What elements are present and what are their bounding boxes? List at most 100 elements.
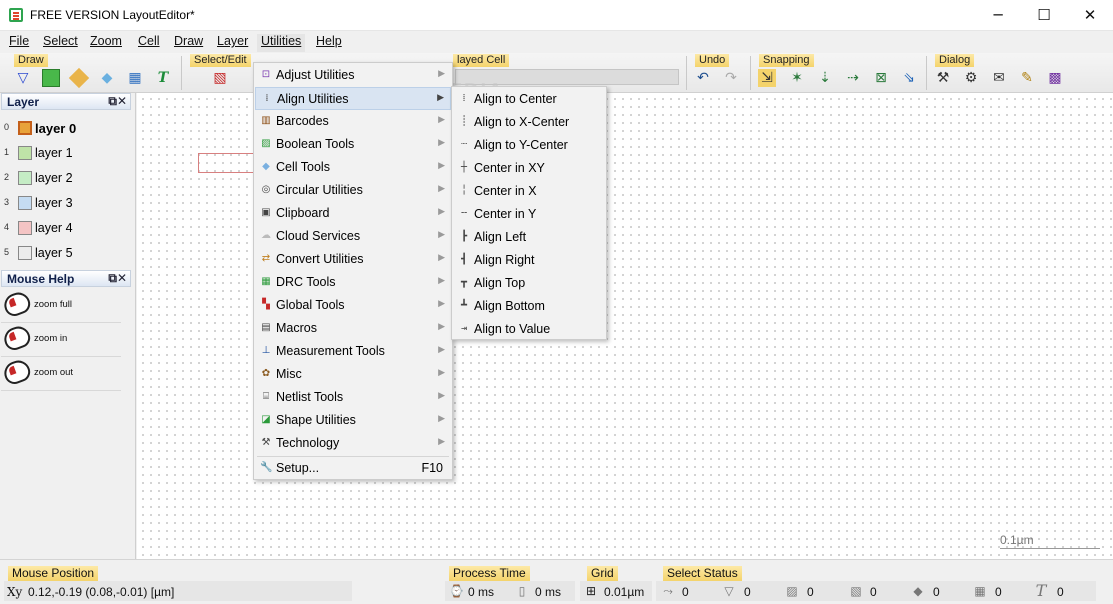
path-tool-icon[interactable] bbox=[68, 67, 90, 89]
submenu-item-center-in-x[interactable]: ╎ Center in X bbox=[453, 180, 605, 203]
layer-row[interactable]: 5 layer 5 bbox=[0, 242, 134, 267]
menu-item-label: Cloud Services bbox=[276, 229, 361, 243]
align-y-center-icon: ┈ bbox=[460, 139, 468, 150]
adjust-icon: ⊡ bbox=[261, 69, 271, 80]
center-x-icon: ╎ bbox=[460, 185, 468, 196]
title-bar: FREE VERSION LayoutEditor* ─ ☐ ✕ bbox=[0, 0, 1113, 31]
menu-draw[interactable]: Draw bbox=[174, 34, 203, 48]
menu-utilities[interactable]: Utilities bbox=[257, 34, 306, 52]
menu-cell[interactable]: Cell bbox=[138, 34, 160, 48]
snap-grid-icon[interactable]: ⇲ bbox=[758, 69, 776, 87]
menu-item-setup[interactable]: 🔧 Setup... F10 bbox=[255, 457, 451, 480]
close-button[interactable]: ✕ bbox=[1067, 0, 1113, 31]
snap-edge-icon[interactable]: ⇣ bbox=[816, 69, 834, 87]
menu-item-cloud-services[interactable]: ☁ Cloud Services ▶ bbox=[255, 225, 451, 248]
menu-zoom[interactable]: Zoom bbox=[90, 34, 122, 48]
select-count: 0 bbox=[933, 585, 940, 599]
menu-item-misc[interactable]: ✿ Misc ▶ bbox=[255, 363, 451, 386]
align-right-icon: ┫ bbox=[460, 254, 468, 265]
submenu-item-label: Align to Y-Center bbox=[474, 138, 568, 152]
drc-icon: ▦ bbox=[261, 276, 271, 287]
menu-item-technology[interactable]: ⚒ Technology ▶ bbox=[255, 432, 451, 455]
menu-item-netlist-tools[interactable]: ⌸ Netlist Tools ▶ bbox=[255, 386, 451, 409]
submenu-item-align-to-center[interactable]: ⁞ Align to Center bbox=[453, 88, 605, 111]
layer-swatch-icon bbox=[18, 221, 32, 235]
submenu-item-center-in-y[interactable]: ╌ Center in Y bbox=[453, 203, 605, 226]
misc-icon: ✿ bbox=[261, 368, 271, 379]
menu-item-drc-tools[interactable]: ▦ DRC Tools ▶ bbox=[255, 271, 451, 294]
submenu-arrow-icon: ▶ bbox=[438, 184, 445, 194]
cellref-tool-icon[interactable]: ▦ bbox=[126, 69, 144, 87]
menu-item-macros[interactable]: ▤ Macros ▶ bbox=[255, 317, 451, 340]
submenu-item-align-to-y-center[interactable]: ┈ Align to Y-Center bbox=[453, 134, 605, 157]
submenu-item-center-in-xy[interactable]: ┼ Center in XY bbox=[453, 157, 605, 180]
menu-item-label: Boolean Tools bbox=[276, 137, 355, 151]
menu-file[interactable]: File bbox=[9, 34, 29, 48]
menu-bar: File Select Zoom Cell Draw Layer Utiliti… bbox=[0, 31, 1113, 53]
submenu-item-label: Center in Y bbox=[474, 207, 537, 221]
menu-item-boolean-tools[interactable]: ▨ Boolean Tools ▶ bbox=[255, 133, 451, 156]
submenu-arrow-icon: ▶ bbox=[438, 276, 445, 286]
layer-row[interactable]: 1 layer 1 bbox=[0, 142, 134, 167]
mouse-icon bbox=[1, 357, 33, 387]
layer-row[interactable]: 4 layer 4 bbox=[0, 217, 134, 242]
chat-dialog-icon[interactable]: ✉ bbox=[990, 69, 1008, 87]
menu-item-shape-utilities[interactable]: ◪ Shape Utilities ▶ bbox=[255, 409, 451, 432]
layer-row[interactable]: 3 layer 3 bbox=[0, 192, 134, 217]
menu-item-convert-utilities[interactable]: ⇄ Convert Utilities ▶ bbox=[255, 248, 451, 271]
layer-row[interactable]: 0 layer 0 bbox=[0, 117, 134, 142]
mouse-help-item: zoom out bbox=[1, 357, 121, 391]
tools-dialog-icon[interactable]: ⚒ bbox=[934, 69, 952, 87]
menu-item-barcodes[interactable]: ▥ Barcodes ▶ bbox=[255, 110, 451, 133]
submenu-item-label: Align to X-Center bbox=[474, 115, 570, 129]
minimize-button[interactable]: ─ bbox=[975, 0, 1021, 31]
select-tool-icon[interactable]: ▧ bbox=[211, 69, 229, 87]
redo-icon[interactable]: ↷ bbox=[722, 69, 740, 87]
align-icon: ⁞ bbox=[265, 93, 269, 104]
panel-float-close-icon[interactable]: ⧉✕ bbox=[108, 94, 127, 109]
box-tool-icon[interactable] bbox=[42, 69, 60, 87]
menu-item-label: Cell Tools bbox=[276, 160, 330, 174]
snap-midpoint-icon[interactable]: ⇢ bbox=[844, 69, 862, 87]
wrench-icon: 🔧 bbox=[260, 462, 273, 473]
submenu-item-align-to-x-center[interactable]: ┊ Align to X-Center bbox=[453, 111, 605, 134]
toolbar-separator bbox=[926, 56, 927, 90]
maximize-button[interactable]: ☐ bbox=[1021, 0, 1067, 31]
align-submenu: ⁞ Align to Center ┊ Align to X-Center ┈ … bbox=[451, 86, 607, 340]
snap-point-icon[interactable]: ✶ bbox=[788, 69, 806, 87]
circle-tool-icon[interactable]: ◆ bbox=[98, 69, 116, 87]
layer-row[interactable]: 2 layer 2 bbox=[0, 167, 134, 192]
menu-item-adjust-utilities[interactable]: ⊡ Adjust Utilities ▶ bbox=[255, 64, 451, 87]
edit-dialog-icon[interactable]: ✎ bbox=[1018, 69, 1036, 87]
submenu-item-align-right[interactable]: ┫ Align Right bbox=[453, 249, 605, 272]
menu-select[interactable]: Select bbox=[43, 34, 78, 48]
layer-name: layer 1 bbox=[35, 146, 73, 160]
menu-layer[interactable]: Layer bbox=[217, 34, 248, 48]
layer-name: layer 4 bbox=[35, 221, 73, 235]
panel-float-close-icon[interactable]: ⧉✕ bbox=[108, 271, 127, 286]
process-time-2: 0 ms bbox=[535, 585, 562, 599]
layers-dialog-icon[interactable]: ▩ bbox=[1046, 69, 1064, 87]
snap-center-icon[interactable]: ⊠ bbox=[872, 69, 890, 87]
undo-icon[interactable]: ↶ bbox=[694, 69, 712, 87]
menu-item-cell-tools[interactable]: ◆ Cell Tools ▶ bbox=[255, 156, 451, 179]
layer-panel-header: Layer ⧉✕ bbox=[1, 93, 131, 110]
menu-item-circular-utilities[interactable]: ◎ Circular Utilities ▶ bbox=[255, 179, 451, 202]
settings-dialog-icon[interactable]: ⚙ bbox=[962, 69, 980, 87]
text-tool-icon[interactable]: T bbox=[154, 69, 172, 87]
snap-angle-icon[interactable]: ⇘ bbox=[900, 69, 918, 87]
polygon-tool-icon[interactable]: ▽ bbox=[14, 69, 32, 87]
process-time-1: 0 ms bbox=[468, 585, 495, 599]
submenu-item-align-left[interactable]: ┣ Align Left bbox=[453, 226, 605, 249]
submenu-item-align-bottom[interactable]: ┻ Align Bottom bbox=[453, 295, 605, 318]
mouse-help-label: zoom in bbox=[34, 333, 68, 344]
menu-item-measurement-tools[interactable]: ⊥ Measurement Tools ▶ bbox=[255, 340, 451, 363]
menu-item-align-utilities[interactable]: ⁞ Align Utilities ▶ bbox=[255, 87, 451, 110]
cell-shape[interactable] bbox=[198, 153, 258, 173]
menu-item-global-tools[interactable]: ▚ Global Tools ▶ bbox=[255, 294, 451, 317]
submenu-item-align-to-value[interactable]: ⇥ Align to Value bbox=[453, 318, 605, 341]
menu-item-clipboard[interactable]: ▣ Clipboard ▶ bbox=[255, 202, 451, 225]
menu-help[interactable]: Help bbox=[316, 34, 342, 48]
submenu-item-align-top[interactable]: ┳ Align Top bbox=[453, 272, 605, 295]
submenu-arrow-icon: ▶ bbox=[438, 161, 445, 171]
